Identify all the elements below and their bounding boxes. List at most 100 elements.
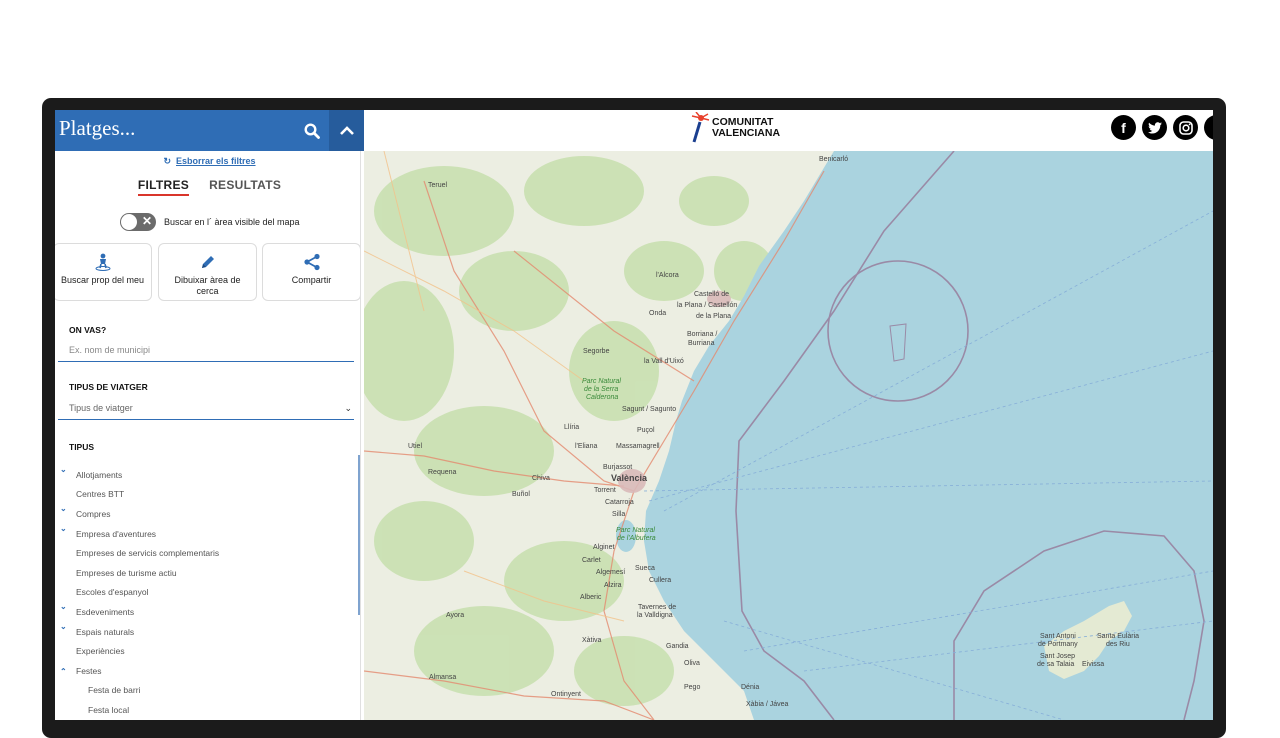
chevron-down-icon[interactable]: ⌄ <box>60 524 67 533</box>
place-label: Burjassot <box>603 464 633 471</box>
tree-item[interactable]: Empreses de turisme actiu <box>55 563 355 583</box>
location-person-icon <box>95 253 110 271</box>
tree-item-label: Allotjaments <box>76 469 123 480</box>
place-label: de sa Talaia <box>1037 661 1075 668</box>
place-label: Silla <box>612 511 626 518</box>
place-label: Puçol <box>637 427 655 434</box>
tree-item-label: Empreses de turisme actiu <box>76 567 177 578</box>
tree-item[interactable]: ⌄ Empresa d'aventures <box>55 524 355 544</box>
chevron-down-icon: ⌄ <box>344 403 352 413</box>
place-label: Dénia <box>741 684 760 691</box>
chevron-down-icon[interactable]: ⌄ <box>60 622 67 631</box>
tree-item[interactable]: ⌄ Espais naturals <box>55 622 355 642</box>
place-label: Ayora <box>446 612 465 619</box>
place-label: Sant Antoni <box>1040 633 1076 640</box>
place-label: Benicarló <box>819 156 849 163</box>
near-me-button[interactable]: Buscar prop del meu <box>55 243 152 301</box>
chevron-up-icon[interactable]: ⌃ <box>60 667 67 676</box>
place-label: de Portmany <box>1038 641 1078 648</box>
tree-item[interactable]: ⌃ Festes <box>55 661 355 681</box>
tree-item-label: Experiències <box>76 646 125 657</box>
chevron-down-icon[interactable]: ⌄ <box>60 504 67 513</box>
tree-item-label: Escoles d'espanyol <box>76 587 149 598</box>
place-label: Oliva <box>684 660 700 667</box>
place-label: Torrent <box>594 487 616 494</box>
visible-area-toggle[interactable]: ✕ <box>120 213 156 231</box>
tree-item[interactable]: Escoles d'espanyol <box>55 583 355 603</box>
tree-item[interactable]: Festa local <box>55 700 355 720</box>
comunitat-valenciana-logo[interactable]: COMUNITAT VALENCIANA <box>690 112 780 144</box>
visible-area-toggle-row: ✕ Buscar en l´ àrea visible del mapa <box>120 213 300 231</box>
tree-item[interactable]: ⌄ Compres <box>55 504 355 524</box>
logo-mark-icon <box>691 112 710 143</box>
place-label: Xàtiva <box>582 637 602 644</box>
draw-area-button[interactable]: Dibuixar àrea de cerca <box>158 243 257 301</box>
place-label: Calderona <box>586 394 619 401</box>
place-label: des Riu <box>1106 641 1130 648</box>
place-label: Carlet <box>582 557 601 564</box>
tree-item-label: Esdeveniments <box>76 606 135 617</box>
map-view[interactable]: Teruel Benicarló l'Alcora Castelló de la… <box>364 151 1213 720</box>
tree-item[interactable]: ⌄ Esdeveniments <box>55 602 355 622</box>
tree-item[interactable]: Empreses de servicis complementaris <box>55 543 355 563</box>
tree-item[interactable]: Experiències <box>55 641 355 661</box>
filters-sidebar: Platges... ↻ Esborrar els filtres FILTRE… <box>55 110 364 720</box>
draw-area-label: Dibuixar àrea de cerca <box>174 275 241 296</box>
place-label: Llíria <box>564 424 580 431</box>
chevron-down-icon[interactable]: ⌄ <box>60 465 67 474</box>
share-button[interactable]: Compartir <box>262 243 361 301</box>
map-canvas <box>364 151 1213 720</box>
tree-item-label: Festa local <box>88 704 130 715</box>
place-label: Massamagrell <box>616 443 660 450</box>
clear-filters-label: Esborrar els filtres <box>176 156 256 166</box>
place-label: Utiel <box>408 443 423 450</box>
traveller-type-label: TIPUS DE VIATGER <box>69 382 148 392</box>
chevron-down-icon[interactable]: ⌄ <box>60 602 67 611</box>
place-label: de la Plana <box>696 313 732 320</box>
place-label: Sueca <box>635 565 655 572</box>
search-icon[interactable] <box>296 110 328 151</box>
collapse-panel-button[interactable] <box>329 110 364 151</box>
action-buttons: Buscar prop del meu Dibuixar àrea de cer… <box>55 243 364 301</box>
place-label: Xàbia / Jávea <box>746 701 789 708</box>
place-label: Parc Natural <box>616 527 655 534</box>
place-label: l'Alcora <box>656 272 679 279</box>
where-label: ON VAS? <box>69 325 107 335</box>
sidebar-scrollbar[interactable] <box>358 455 360 615</box>
instagram-icon[interactable] <box>1173 115 1198 140</box>
tab-filters[interactable]: FILTRES <box>137 178 190 196</box>
place-label: Teruel <box>428 182 448 189</box>
facebook-icon[interactable]: f <box>1111 115 1136 140</box>
place-label: Algemesí <box>596 569 626 576</box>
types-label: TIPUS <box>69 442 95 452</box>
traveller-type-value: Tipus de viatger <box>69 403 133 413</box>
place-label: de l'Albufera <box>617 535 656 542</box>
place-label: la Valldigna <box>637 612 673 619</box>
municipality-input[interactable]: Ex. nom de municipi <box>58 345 354 362</box>
youtube-icon[interactable] <box>1204 115 1213 140</box>
place-label: Sant Josep <box>1040 653 1076 660</box>
place-label: Chiva <box>532 475 550 482</box>
clear-filters-link[interactable]: ↻ Esborrar els filtres <box>55 156 364 167</box>
search-title[interactable]: Platges... <box>59 116 135 141</box>
traveller-type-select[interactable]: Tipus de viatger ⌄ <box>58 403 354 420</box>
place-label: Tavernes de <box>638 604 677 611</box>
share-label: Compartir <box>291 275 332 285</box>
place-label: l'Eliana <box>575 443 598 450</box>
sidebar-tabs: FILTRES RESULTATS <box>55 178 364 196</box>
close-icon: ✕ <box>141 214 152 228</box>
tree-item[interactable]: Festa de barri <box>55 681 355 701</box>
twitter-icon[interactable] <box>1142 115 1167 140</box>
tree-item-label: Festa de barri <box>88 685 141 696</box>
tree-item[interactable]: ⌄ Allotjaments <box>55 465 355 485</box>
place-label: Burriana <box>688 340 715 347</box>
types-tree: ⌄ Allotjaments Centres BTT ⌄ Compres ⌄ Empresa… <box>55 465 355 720</box>
visible-area-label: Buscar en l´ àrea visible del mapa <box>164 217 300 227</box>
tree-item-label: Empreses de servicis complementaris <box>76 548 220 559</box>
place-label: Onda <box>649 310 667 317</box>
place-label: Requena <box>428 469 457 476</box>
place-label: Eivissa <box>1082 661 1105 668</box>
place-label: Santa Eulària <box>1097 633 1140 640</box>
tab-results[interactable]: RESULTATS <box>209 178 281 196</box>
tree-item[interactable]: Centres BTT <box>55 485 355 505</box>
